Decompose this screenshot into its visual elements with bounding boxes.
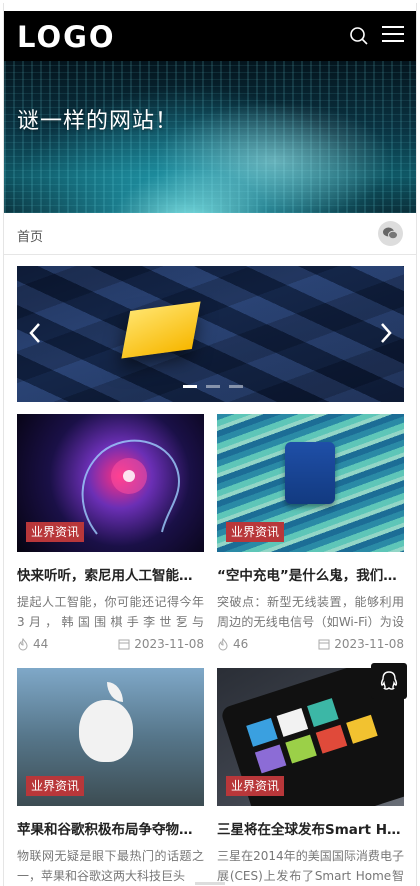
carousel-dot[interactable] bbox=[183, 385, 197, 388]
flame-icon bbox=[18, 637, 28, 650]
category-tag[interactable]: 业界资讯 bbox=[226, 522, 285, 542]
flame-icon bbox=[218, 637, 228, 650]
article-meta: 44 2023-11-08 bbox=[17, 637, 204, 655]
publish-date: 2023-11-08 bbox=[318, 637, 404, 651]
wechat-icon[interactable] bbox=[378, 221, 403, 246]
site-header: LOGO bbox=[4, 11, 416, 61]
article-excerpt: 突破点：新型无线装置，能够利用周边的无线电信号（如Wi-Fi）为设备充电 bbox=[217, 595, 404, 629]
article-title[interactable]: 三星将在全球发布Smart Home bbox=[217, 818, 404, 838]
qq-icon bbox=[380, 671, 398, 690]
hero-banner: 谜一样的网站！ bbox=[4, 61, 416, 213]
breadcrumb-home[interactable]: 首页 bbox=[17, 226, 43, 245]
carousel-dot[interactable] bbox=[206, 385, 220, 388]
qq-contact-button[interactable] bbox=[371, 663, 407, 699]
calendar-icon bbox=[118, 639, 130, 650]
publish-date: 2023-11-08 bbox=[118, 637, 204, 651]
article-excerpt: 三星在2014年的美国国际消费电子展(CES)上发布了Smart Home智能家… bbox=[217, 849, 404, 883]
article-title[interactable]: 苹果和谷歌积极布局争夺物联网 bbox=[17, 818, 204, 838]
article-card[interactable]: 业界资讯 苹果和谷歌积极布局争夺物联网 物联网无疑是眼下最热门的话题之一，苹果和… bbox=[17, 668, 204, 886]
article-title[interactable]: 快来听听，索尼用人工智能做了什么 bbox=[17, 564, 204, 584]
article-card[interactable]: 业界资讯 三星将在全球发布Smart Home 三星在2014年的美国国际消费电… bbox=[217, 668, 404, 886]
page-frame: LOGO 谜一样的网站！ 首页 业界资讯 快来听听，索尼用人工智能做了 提起人工… bbox=[3, 3, 417, 886]
article-excerpt: 提起人工智能，你可能还记得今年3月，韩国围棋手李世乭与AlphaGo的人机大战 bbox=[17, 595, 204, 629]
article-thumbnail[interactable]: 业界资讯 bbox=[217, 414, 404, 552]
article-thumbnail[interactable]: 业界资讯 bbox=[17, 414, 204, 552]
category-tag[interactable]: 业界资讯 bbox=[226, 776, 285, 796]
scroll-indicator bbox=[195, 882, 225, 885]
article-title[interactable]: “空中充电”是什么鬼，我们能用上吗？ bbox=[217, 564, 404, 584]
hero-title: 谜一样的网站！ bbox=[17, 109, 179, 134]
article-meta: 46 2023-11-08 bbox=[217, 637, 404, 655]
carousel-indicators bbox=[183, 385, 243, 389]
image-carousel[interactable] bbox=[17, 266, 404, 402]
view-count: 46 bbox=[217, 637, 248, 651]
article-card[interactable]: 业界资讯 “空中充电”是什么鬼，我们能用上吗？ 突破点：新型无线装置，能够利用周… bbox=[217, 414, 404, 655]
carousel-prev-arrow-icon[interactable] bbox=[25, 318, 45, 348]
menu-icon[interactable] bbox=[382, 26, 404, 46]
category-tag[interactable]: 业界资讯 bbox=[26, 522, 85, 542]
site-logo[interactable]: LOGO bbox=[17, 20, 116, 54]
article-card[interactable]: 业界资讯 快来听听，索尼用人工智能做了什么 提起人工智能，你可能还记得今年3月，… bbox=[17, 414, 204, 655]
breadcrumb: 首页 bbox=[4, 213, 416, 255]
carousel-dot[interactable] bbox=[229, 385, 243, 388]
article-thumbnail[interactable]: 业界资讯 bbox=[17, 668, 204, 806]
carousel-next-arrow-icon[interactable] bbox=[376, 318, 396, 348]
calendar-icon bbox=[318, 639, 330, 650]
search-icon[interactable] bbox=[349, 26, 369, 46]
category-tag[interactable]: 业界资讯 bbox=[26, 776, 85, 796]
view-count: 44 bbox=[17, 637, 48, 651]
article-excerpt: 物联网无疑是眼下最热门的话题之一，苹果和谷歌这两大科技巨头 bbox=[17, 849, 204, 883]
